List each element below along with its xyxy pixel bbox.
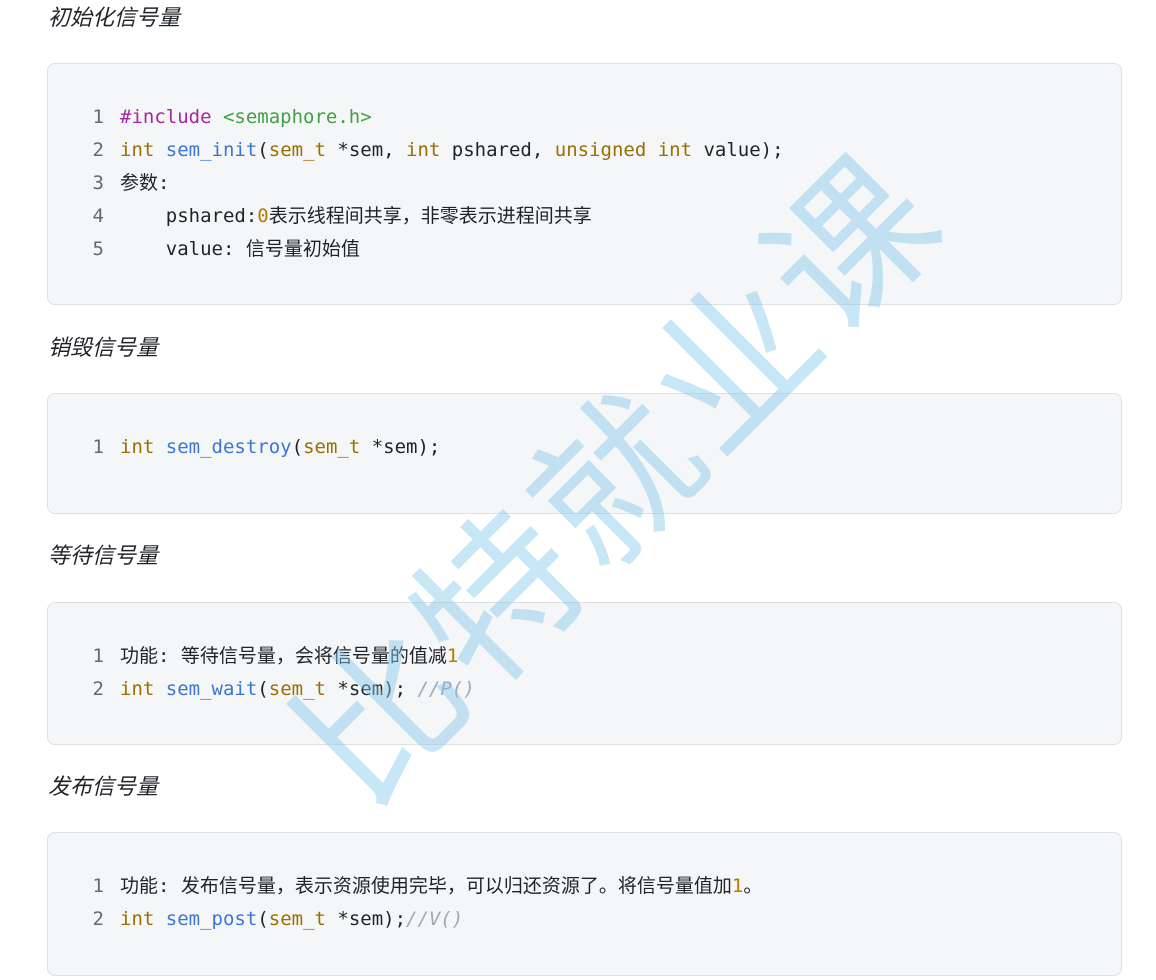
line-number: 1 — [92, 645, 104, 667]
code-token: *sem); — [360, 436, 441, 458]
code-block-wait: 1 功能: 等待信号量，会将信号量的值减1 2 int sem_wait(sem_t … — [47, 602, 1122, 745]
code-line: 2 int sem_init(sem_t *sem, int pshared, u… — [48, 134, 784, 167]
code-token: ( — [291, 436, 304, 458]
code-token: ( — [257, 139, 269, 161]
line-number: 2 — [92, 139, 104, 161]
line-number: 1 — [92, 875, 104, 897]
line-number: 3 — [92, 172, 104, 194]
code-token: sem_destroy — [165, 436, 292, 458]
code-token: int — [120, 139, 155, 161]
code-token: int — [120, 436, 155, 458]
code-token: *sem, — [325, 139, 407, 161]
code-token: sem_t — [268, 908, 326, 930]
code-token: 功能: 发布信号量，表示资源使用完毕，可以归还资源了。将信号量值加 — [120, 875, 732, 897]
code-token: sem_post — [165, 908, 258, 930]
code-token: ( — [257, 678, 269, 700]
code-block-destroy: 1 int sem_destroy(sem_t *sem); — [47, 393, 1122, 514]
section-heading-post: 发布信号量 — [48, 775, 159, 800]
code-token: int — [657, 139, 693, 161]
code-token: 。 — [743, 875, 763, 897]
code-line: 2 int sem_wait(sem_t *sem); //P() — [48, 673, 475, 706]
code-line: 1 功能: 发布信号量，表示资源使用完毕，可以归还资源了。将信号量值加1。 — [48, 870, 763, 903]
code-token: //P() — [417, 678, 475, 700]
line-number: 1 — [92, 436, 104, 458]
section-heading-init: 初始化信号量 — [48, 6, 181, 31]
section-heading-wait: 等待信号量 — [48, 544, 159, 569]
code-token: sem_t — [303, 436, 361, 458]
code-token: *sem); — [325, 908, 407, 930]
code-token: sem_t — [268, 678, 326, 700]
code-token: 1 — [731, 875, 744, 897]
code-line: 2 int sem_post(sem_t *sem);//V() — [48, 903, 464, 936]
code-token: sem_init — [165, 139, 258, 161]
code-block-init: 1 #include <semaphore.h> 2 int sem_init(sem… — [47, 63, 1122, 305]
code-token: int — [406, 139, 441, 161]
code-line: 3 参数: — [48, 167, 170, 200]
code-token: value); — [692, 139, 784, 161]
code-token: 功能: 等待信号量，会将信号量的值减 — [120, 645, 447, 667]
code-token: //V() — [406, 908, 464, 930]
code-token: *sem); — [325, 678, 418, 700]
code-token: value: 信号量初始值 — [120, 238, 360, 260]
line-number: 4 — [92, 205, 104, 227]
line-number: 2 — [92, 678, 104, 700]
line-number: 5 — [92, 238, 104, 260]
code-line: 1 int sem_destroy(sem_t *sem); — [48, 431, 441, 464]
code-line: 4 pshared:0表示线程间共享，非零表示进程间共享 — [48, 200, 592, 233]
code-line: 1 功能: 等待信号量，会将信号量的值减1 — [48, 640, 459, 673]
code-token: 参数: — [120, 172, 170, 194]
code-token: unsigned — [554, 139, 647, 161]
code-line: 5 value: 信号量初始值 — [48, 233, 360, 266]
code-token: ( — [257, 908, 269, 930]
code-token: sem_wait — [165, 678, 258, 700]
section-heading-destroy: 销毁信号量 — [48, 336, 159, 361]
code-token: #include — [120, 106, 212, 128]
code-token: 0 — [257, 205, 269, 227]
code-token: 表示线程间共享，非零表示进程间共享 — [268, 205, 592, 227]
line-number: 2 — [92, 908, 104, 930]
code-block-post: 1 功能: 发布信号量，表示资源使用完毕，可以归还资源了。将信号量值加1。 2 int… — [47, 832, 1122, 976]
code-token: <semaphore.h> — [222, 106, 372, 128]
code-line: 1 #include <semaphore.h> — [48, 101, 372, 134]
code-token: int — [120, 678, 155, 700]
code-token: int — [120, 908, 155, 930]
code-token: pshared, — [440, 139, 555, 161]
line-number: 1 — [92, 106, 104, 128]
code-token: sem_t — [268, 139, 326, 161]
code-token: pshared: — [120, 205, 258, 227]
code-token: 1 — [446, 645, 459, 667]
